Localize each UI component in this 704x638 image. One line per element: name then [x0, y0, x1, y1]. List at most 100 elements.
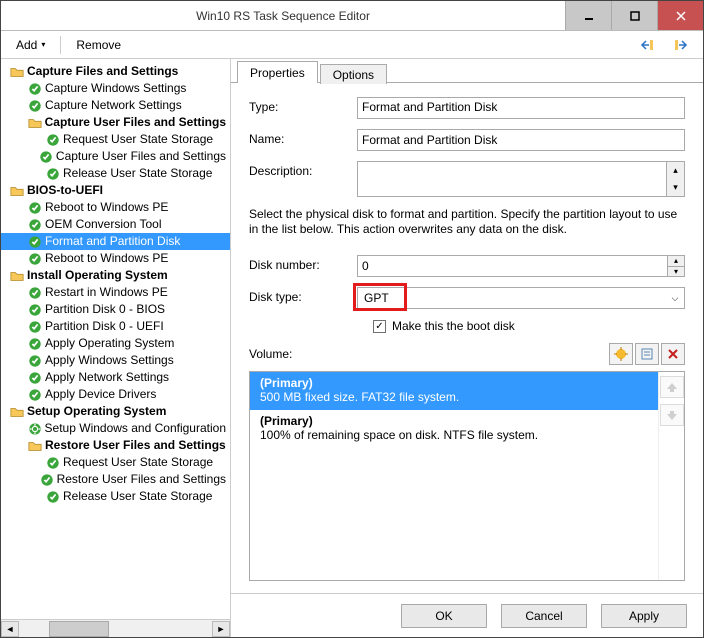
volume-list[interactable]: (Primary)500 MB fixed size. FAT32 file s… — [249, 371, 685, 581]
spin-down-icon[interactable]: ▾ — [667, 266, 685, 278]
check-icon — [27, 234, 43, 250]
check-icon — [38, 149, 54, 165]
tree-item-label: Partition Disk 0 - UEFI — [45, 318, 164, 335]
properties-icon[interactable] — [635, 343, 659, 365]
description-input[interactable]: ▴▾ — [357, 161, 685, 197]
disk-number-input[interactable]: ▴▾ — [357, 255, 685, 277]
scroll-left-icon[interactable]: ◄ — [1, 621, 19, 637]
check-icon — [27, 98, 43, 114]
tree-item[interactable]: Release User State Storage — [1, 488, 230, 505]
cancel-button[interactable]: Cancel — [501, 604, 587, 628]
volume-title: (Primary) — [260, 414, 648, 428]
tree-item[interactable]: Restore User Files and Settings — [1, 471, 230, 488]
tree-item[interactable]: Format and Partition Disk — [1, 233, 230, 250]
tree-item[interactable]: Apply Windows Settings — [1, 352, 230, 369]
scroll-up-icon[interactable]: ▴ — [666, 162, 684, 179]
type-label: Type: — [249, 97, 357, 114]
disk-type-dropdown[interactable]: GPT ⌵ — [357, 287, 685, 309]
toolbar: Add▾ Remove — [1, 31, 703, 59]
check-icon — [27, 387, 43, 403]
tree-item[interactable]: Apply Device Drivers — [1, 386, 230, 403]
tree-item-label: Release User State Storage — [63, 488, 212, 505]
spin-up-icon[interactable]: ▴ — [667, 255, 685, 266]
move-down-icon — [660, 404, 684, 426]
detail-panel: Properties Options Type: Format and Part… — [231, 59, 703, 637]
folder-icon — [9, 268, 25, 284]
check-icon — [27, 302, 43, 318]
volume-item[interactable]: (Primary)500 MB fixed size. FAT32 file s… — [250, 372, 658, 410]
tree-item-label: Restart in Windows PE — [45, 284, 168, 301]
folder-icon — [9, 404, 25, 420]
tree-item[interactable]: BIOS-to-UEFI — [1, 182, 230, 199]
check-icon — [27, 81, 43, 97]
check-icon — [27, 251, 43, 267]
folder-icon — [9, 64, 25, 80]
tree-item[interactable]: Release User State Storage — [1, 165, 230, 182]
check-icon — [45, 489, 61, 505]
tree-item-label: Release User State Storage — [63, 165, 212, 182]
check-icon — [45, 132, 61, 148]
tree-item[interactable]: Reboot to Windows PE — [1, 250, 230, 267]
tree-item[interactable]: Capture Files and Settings — [1, 63, 230, 80]
boot-disk-label: Make this the boot disk — [392, 319, 515, 333]
tree-item[interactable]: Capture Windows Settings — [1, 80, 230, 97]
volume-item[interactable]: (Primary)100% of remaining space on disk… — [250, 410, 658, 448]
tree-item-label: Restore User Files and Settings — [57, 471, 226, 488]
tree-item-label: Apply Operating System — [45, 335, 174, 352]
tree-item[interactable]: Partition Disk 0 - BIOS — [1, 301, 230, 318]
check-icon — [39, 472, 55, 488]
check-icon — [27, 370, 43, 386]
boot-disk-checkbox[interactable]: ✓ — [373, 320, 386, 333]
tree-item[interactable]: Install Operating System — [1, 267, 230, 284]
tree-item-label: Capture Files and Settings — [27, 63, 178, 80]
delete-icon[interactable] — [661, 343, 685, 365]
gear-icon — [27, 421, 43, 437]
tree-item[interactable]: Restore User Files and Settings — [1, 437, 230, 454]
scroll-right-icon[interactable]: ► — [212, 621, 230, 637]
tree-item[interactable]: Apply Operating System — [1, 335, 230, 352]
tree-item[interactable]: Setup Windows and Configuration — [1, 420, 230, 437]
check-icon — [27, 217, 43, 233]
tree-item-label: Setup Operating System — [27, 403, 166, 420]
tree-item[interactable]: Request User State Storage — [1, 454, 230, 471]
scroll-thumb[interactable] — [49, 621, 109, 637]
maximize-button[interactable] — [611, 1, 657, 30]
tree-item-label: Capture Windows Settings — [45, 80, 186, 97]
ok-button[interactable]: OK — [401, 604, 487, 628]
tree-item[interactable]: Partition Disk 0 - UEFI — [1, 318, 230, 335]
new-volume-icon[interactable] — [609, 343, 633, 365]
tree-item[interactable]: Capture User Files and Settings — [1, 114, 230, 131]
check-icon — [27, 336, 43, 352]
apply-button[interactable]: Apply — [601, 604, 687, 628]
close-button[interactable] — [657, 1, 703, 30]
tree-item[interactable]: Request User State Storage — [1, 131, 230, 148]
tree-item[interactable]: OEM Conversion Tool — [1, 216, 230, 233]
tab-options[interactable]: Options — [320, 64, 387, 84]
minimize-button[interactable] — [565, 1, 611, 30]
tree-item-label: Setup Windows and Configuration — [45, 420, 226, 437]
task-tree[interactable]: Capture Files and SettingsCapture Window… — [1, 63, 230, 505]
check-icon — [27, 353, 43, 369]
tree-item[interactable]: Apply Network Settings — [1, 369, 230, 386]
disk-type-label: Disk type: — [249, 287, 357, 304]
add-button[interactable]: Add▾ — [7, 34, 54, 56]
tree-item-label: Apply Windows Settings — [45, 352, 174, 369]
tab-properties[interactable]: Properties — [237, 61, 318, 83]
tree-item[interactable]: Restart in Windows PE — [1, 284, 230, 301]
check-icon — [45, 455, 61, 471]
tree-item[interactable]: Capture Network Settings — [1, 97, 230, 114]
scroll-down-icon[interactable]: ▾ — [666, 179, 684, 196]
remove-button[interactable]: Remove — [67, 34, 130, 56]
tree-item[interactable]: Capture User Files and Settings — [1, 148, 230, 165]
tree-item-label: Install Operating System — [27, 267, 168, 284]
folder-icon — [9, 183, 25, 199]
tree-item[interactable]: Reboot to Windows PE — [1, 199, 230, 216]
indent-left-icon[interactable] — [631, 34, 663, 56]
name-input[interactable] — [357, 129, 685, 151]
folder-icon — [27, 438, 43, 454]
horizontal-scrollbar[interactable]: ◄ ► — [1, 619, 230, 637]
tree-item-label: Format and Partition Disk — [45, 233, 180, 250]
check-icon — [27, 285, 43, 301]
tree-item[interactable]: Setup Operating System — [1, 403, 230, 420]
indent-right-icon[interactable] — [665, 34, 697, 56]
